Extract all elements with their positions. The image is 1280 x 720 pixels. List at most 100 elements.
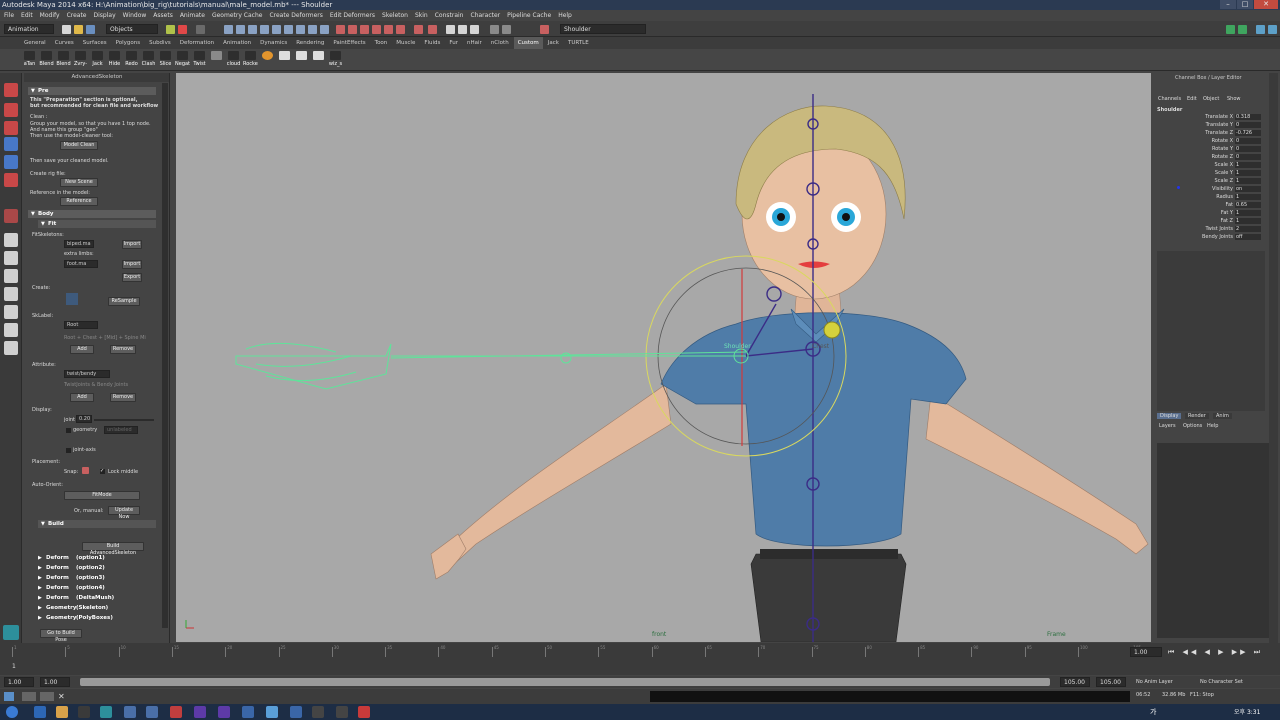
- ie-icon[interactable]: [34, 706, 46, 718]
- channel-value-field[interactable]: 0: [1235, 146, 1261, 152]
- remove-label-button[interactable]: Remove: [110, 345, 136, 354]
- root-dropdown[interactable]: Root: [64, 321, 98, 329]
- start-button-icon[interactable]: [6, 706, 18, 718]
- channel-value-field[interactable]: 1: [1235, 170, 1261, 176]
- viewport-scene[interactable]: Shoulder Chest front Frame: [176, 94, 1151, 642]
- section-build[interactable]: ▼ Build: [38, 520, 156, 528]
- select-by-render-icon[interactable]: [296, 25, 305, 34]
- shelf-button-1[interactable]: Blend: [39, 51, 54, 68]
- app-icon-2[interactable]: [146, 706, 158, 718]
- render-frame-icon[interactable]: [446, 25, 455, 34]
- current-frame-field[interactable]: 1.00: [1130, 647, 1162, 657]
- model-clean-button[interactable]: Model Clean: [60, 141, 98, 150]
- layer-tab-anim[interactable]: Anim: [1213, 413, 1232, 419]
- script-editor-icon[interactable]: [4, 692, 14, 701]
- shelf-tab-fluids[interactable]: Fluids: [420, 37, 444, 49]
- persp-hypershade-icon[interactable]: [4, 305, 18, 319]
- select-by-name-icon[interactable]: [540, 25, 549, 34]
- import-skeleton-button[interactable]: Import: [122, 240, 142, 249]
- selection-name-field[interactable]: Shoulder: [560, 24, 646, 34]
- shelf-button-17[interactable]: [311, 51, 326, 68]
- deform-row[interactable]: ▶ Deform (option4): [38, 584, 156, 593]
- fit-skeleton-dropdown[interactable]: biped.ma: [64, 240, 94, 248]
- single-view-icon[interactable]: [4, 233, 18, 247]
- side-tab-strip[interactable]: [1269, 73, 1278, 643]
- select-by-misc-icon[interactable]: [308, 25, 317, 34]
- select-by-handle-icon[interactable]: [224, 25, 233, 34]
- channel-box-tab-edit[interactable]: Edit: [1187, 96, 1197, 102]
- attribute-dropdown[interactable]: twist/bendy: [64, 370, 110, 378]
- go-to-build-pose-button[interactable]: Go to Build Pose: [40, 629, 82, 643]
- show-tool-settings-icon[interactable]: [1238, 25, 1247, 34]
- anim-layer-dropdown[interactable]: No Anim Layer: [1136, 679, 1173, 685]
- ime-indicator[interactable]: 가: [1150, 707, 1156, 717]
- select-by-surface-icon[interactable]: [260, 25, 269, 34]
- channel-value-field[interactable]: 1: [1235, 194, 1261, 200]
- snap-point-icon[interactable]: [360, 25, 369, 34]
- channel-value-field[interactable]: -0.726: [1235, 130, 1261, 136]
- panel-scrollbar[interactable]: [162, 83, 168, 628]
- lock-middle-checkbox[interactable]: ✓: [100, 469, 105, 474]
- snap-curve-icon[interactable]: [348, 25, 357, 34]
- layer-menu-help[interactable]: Help: [1207, 423, 1218, 429]
- python-toggle-icon[interactable]: [40, 692, 54, 701]
- channel-value-field[interactable]: 0.65: [1235, 202, 1261, 208]
- app-icon-1[interactable]: [124, 706, 136, 718]
- geometry-dropdown[interactable]: unlabeled: [104, 426, 138, 434]
- menu-set-dropdown[interactable]: Animation: [4, 24, 54, 34]
- app-icon-10[interactable]: [336, 706, 348, 718]
- move-tool-icon[interactable]: [4, 137, 18, 151]
- selection-mode-dropdown[interactable]: Objects: [106, 24, 158, 34]
- shelf-tab-ncloth[interactable]: nCloth: [487, 37, 513, 49]
- render-settings-icon[interactable]: [470, 25, 479, 34]
- shelf-tab-rendering[interactable]: Rendering: [292, 37, 328, 49]
- app-icon-8[interactable]: [290, 706, 302, 718]
- menu-animate[interactable]: Animate: [180, 10, 205, 21]
- hierarchy-mode-icon[interactable]: [166, 25, 175, 34]
- shelf-button-9[interactable]: Negat: [175, 51, 190, 68]
- persp-graph-hypershade-icon[interactable]: [4, 323, 18, 337]
- menu-window[interactable]: Window: [123, 10, 147, 21]
- app-icon-5[interactable]: [218, 706, 230, 718]
- snap-grid-icon[interactable]: [336, 25, 345, 34]
- select-by-curve-icon[interactable]: [248, 25, 257, 34]
- layout-icon[interactable]: [4, 341, 18, 355]
- menu-file[interactable]: File: [4, 10, 14, 21]
- resample-button[interactable]: ReSample: [108, 297, 140, 306]
- menu-skin[interactable]: Skin: [415, 10, 428, 21]
- character-model[interactable]: [430, 105, 1149, 642]
- shelf-tab-deformation[interactable]: Deformation: [176, 37, 218, 49]
- end-time-field[interactable]: 105.00: [1060, 677, 1090, 687]
- shelf-button-3[interactable]: Zvry-: [73, 51, 88, 68]
- playback-end-field[interactable]: 105.00: [1096, 677, 1126, 687]
- hypershade-icon[interactable]: [490, 25, 499, 34]
- input-ops-icon[interactable]: [414, 25, 423, 34]
- layer-menu-layers[interactable]: Layers: [1159, 423, 1176, 429]
- shelf-tab-subdivs[interactable]: Subdivs: [145, 37, 175, 49]
- menu-skeleton[interactable]: Skeleton: [382, 10, 408, 21]
- shelf-tab-polygons[interactable]: Polygons: [112, 37, 144, 49]
- shelf-button-12[interactable]: cloud: [226, 51, 241, 68]
- channel-value-field[interactable]: 0.318: [1235, 114, 1261, 120]
- shelf-button-5[interactable]: Hide: [107, 51, 122, 68]
- select-by-deform-icon[interactable]: [272, 25, 281, 34]
- channel-value-field[interactable]: 1: [1235, 162, 1261, 168]
- ipr-render-icon[interactable]: [458, 25, 467, 34]
- channel-value-field[interactable]: 0: [1235, 154, 1261, 160]
- shelf-button-10[interactable]: Twist: [192, 51, 207, 68]
- last-tool-icon[interactable]: [4, 209, 18, 223]
- object-mode-icon[interactable]: [178, 25, 187, 34]
- section-body[interactable]: ▼ Body: [28, 210, 156, 218]
- shelf-tab-custom[interactable]: Custom: [513, 37, 543, 49]
- geometry-checkbox[interactable]: [66, 428, 71, 433]
- four-view-icon[interactable]: [4, 251, 18, 265]
- output-ops-icon[interactable]: [428, 25, 437, 34]
- input-line-icon[interactable]: [502, 25, 511, 34]
- channel-value-field[interactable]: 1: [1235, 218, 1261, 224]
- channel-value-field[interactable]: on: [1235, 186, 1261, 192]
- shelf-tab-turtle[interactable]: TURTLE: [564, 37, 593, 49]
- menu-constrain[interactable]: Constrain: [435, 10, 464, 21]
- menu-character[interactable]: Character: [471, 10, 501, 21]
- shelf-tab-curves[interactable]: Curves: [51, 37, 78, 49]
- shelf-button-11[interactable]: [209, 51, 224, 68]
